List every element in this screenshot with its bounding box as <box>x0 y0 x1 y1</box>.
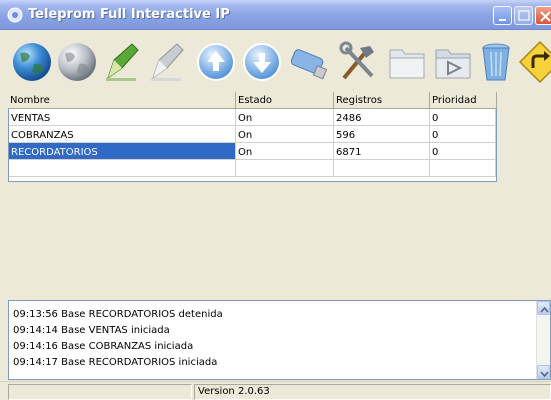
log-line: 09:14:17 Base RECORDATORIOS iniciada <box>13 357 218 368</box>
cell-prioridad: 0 <box>430 126 496 143</box>
maximize-button[interactable] <box>514 6 533 25</box>
cell-registros <box>334 160 430 177</box>
log-line: 09:13:56 Base RECORDATORIOS detenida <box>13 309 223 320</box>
usb-drive-icon[interactable] <box>288 38 334 86</box>
table-row-selected[interactable]: RECORDATORIOS On 6871 0 <box>9 143 496 160</box>
cell-nombre: RECORDATORIOS <box>9 143 236 160</box>
pencil-green-icon[interactable] <box>100 38 146 86</box>
database-grid-area: Nombre Estado Registros Prioridad VENTAS… <box>0 92 551 300</box>
folder-icon[interactable] <box>384 38 430 86</box>
log-scrollbar[interactable] <box>536 301 550 379</box>
cell-nombre <box>9 160 236 177</box>
pencil-grey-icon[interactable] <box>145 38 191 86</box>
cell-estado: On <box>236 126 334 143</box>
close-button[interactable] <box>535 6 551 25</box>
cell-nombre: COBRANZAS <box>9 126 236 143</box>
window-title: Teleprom Full Interactive IP <box>28 7 230 22</box>
status-bar: Version 2.0.63 <box>0 381 551 400</box>
arrow-up-icon[interactable] <box>194 38 240 86</box>
minimize-button[interactable] <box>493 6 512 25</box>
app-icon <box>7 7 23 23</box>
cell-estado: On <box>236 143 334 160</box>
exit-sign-icon[interactable] <box>518 38 551 86</box>
cell-prioridad: 0 <box>430 109 496 126</box>
cell-registros: 596 <box>334 126 430 143</box>
globe-icon[interactable] <box>10 38 56 86</box>
scroll-down-button[interactable] <box>537 365 550 379</box>
cell-estado <box>236 160 334 177</box>
grid-header: Nombre Estado Registros Prioridad <box>8 92 497 109</box>
version-label: Version 2.0.63 <box>198 386 270 397</box>
status-pane-left <box>8 384 192 400</box>
log-line: 09:14:16 Base COBRANZAS iniciada <box>13 341 194 352</box>
grid-body: VENTAS On 2486 0 COBRANZAS On 596 0 RECO… <box>9 109 496 181</box>
log-line: 09:14:14 Base VENTAS iniciada <box>13 325 170 336</box>
title-bar[interactable]: Teleprom Full Interactive IP <box>0 0 551 30</box>
event-log[interactable]: 09:13:56 Base RECORDATORIOS detenida 09:… <box>8 300 551 380</box>
cell-registros: 2486 <box>334 109 430 126</box>
cell-nombre: VENTAS <box>9 109 236 126</box>
trash-icon[interactable] <box>474 38 520 86</box>
arrow-down-icon[interactable] <box>240 38 286 86</box>
app-window: Teleprom Full Interactive IP Nombre Esta… <box>0 0 551 400</box>
globe-grey-icon[interactable] <box>55 38 101 86</box>
scroll-up-button[interactable] <box>537 301 550 315</box>
cell-registros: 6871 <box>334 143 430 160</box>
cell-prioridad: 0 <box>430 143 496 160</box>
cell-prioridad <box>430 160 496 177</box>
column-header-nombre[interactable]: Nombre <box>8 92 236 109</box>
tools-icon[interactable] <box>336 38 382 86</box>
table-row[interactable]: VENTAS On 2486 0 <box>9 109 496 126</box>
column-header-prioridad[interactable]: Prioridad <box>430 92 497 109</box>
cell-estado: On <box>236 109 334 126</box>
column-header-registros[interactable]: Registros <box>334 92 430 109</box>
column-header-estado[interactable]: Estado <box>236 92 334 109</box>
table-row-empty[interactable] <box>9 160 496 177</box>
table-row[interactable]: COBRANZAS On 596 0 <box>9 126 496 143</box>
toolbar <box>0 30 551 92</box>
folder-play-icon[interactable] <box>430 38 476 86</box>
